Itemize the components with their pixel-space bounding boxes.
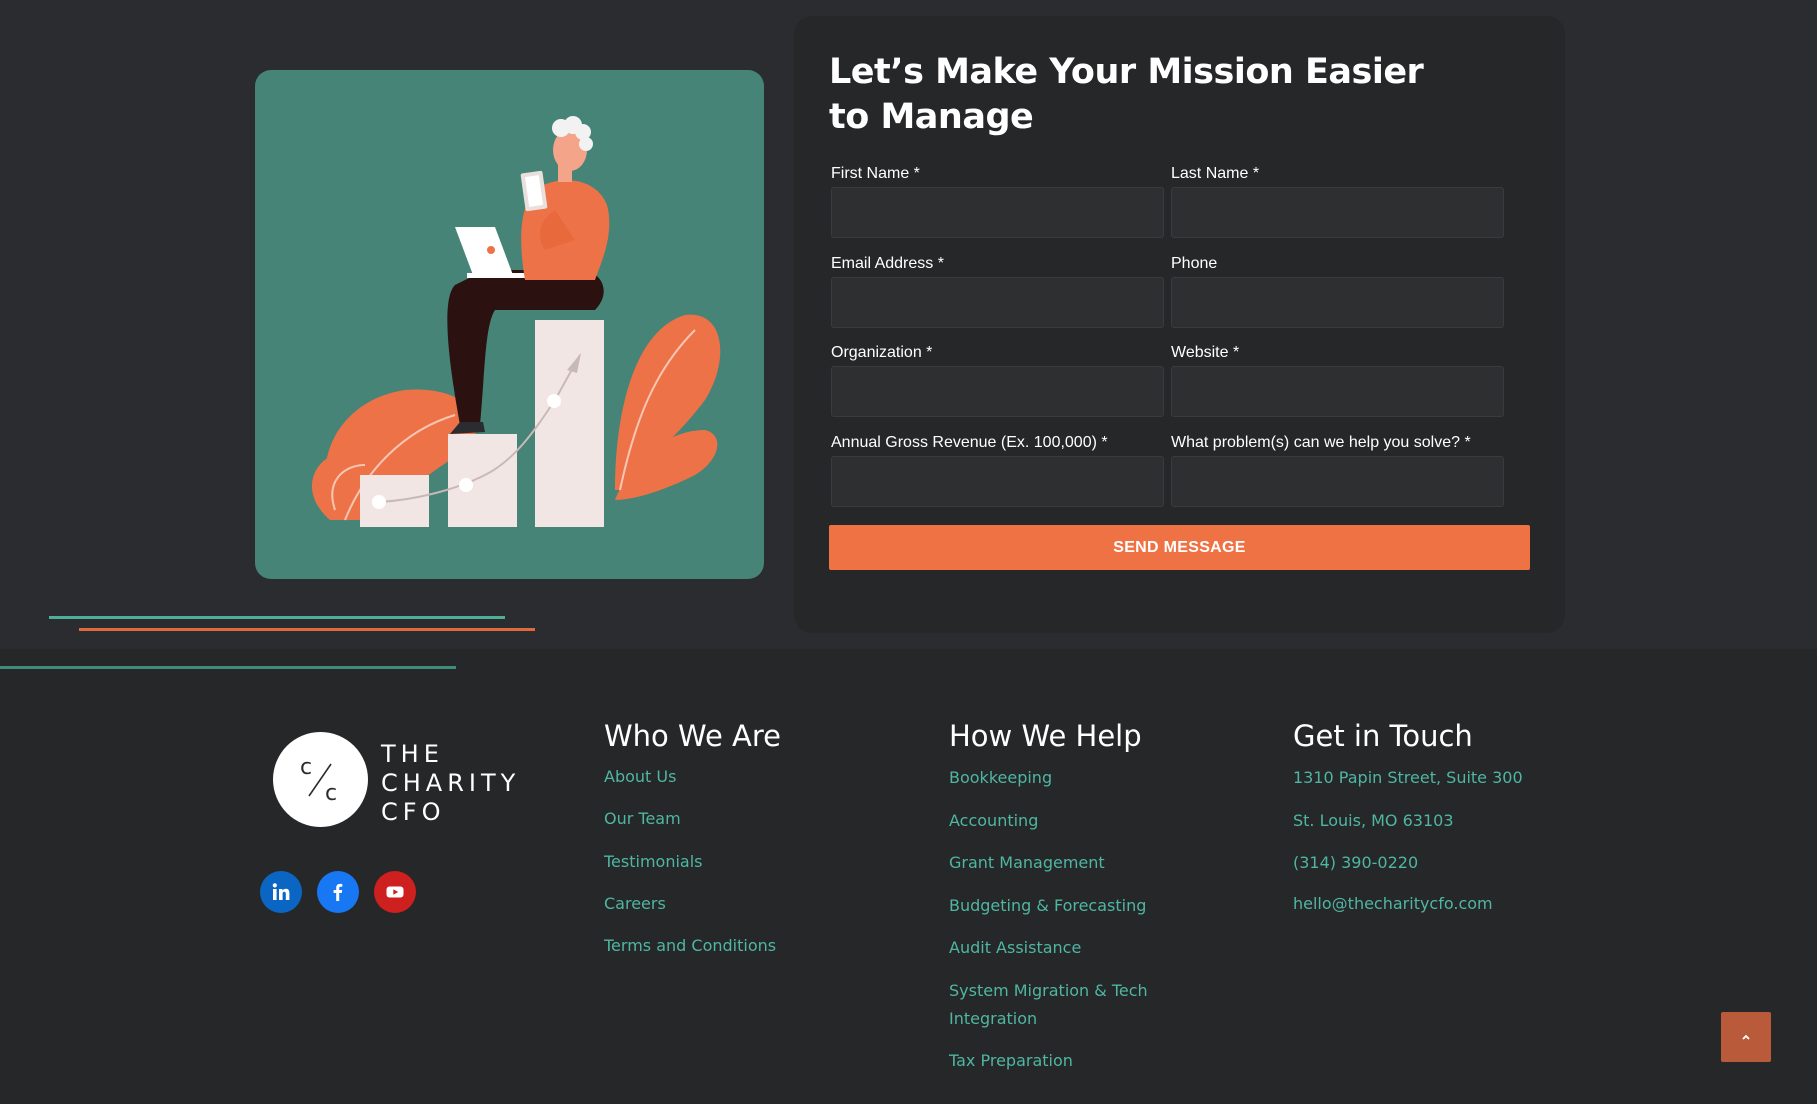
logo-monogram: c c — [273, 732, 368, 827]
link-terms-and-conditions[interactable]: Terms and Conditions — [604, 932, 776, 960]
address-street[interactable]: 1310 Papin Street, Suite 300 — [1293, 764, 1523, 792]
logo-line-cfo: CFO — [381, 798, 446, 826]
phone-input[interactable] — [1171, 277, 1504, 328]
link-system-migration-integration[interactable]: Integration — [949, 1005, 1037, 1033]
revenue-field: Annual Gross Revenue (Ex. 100,000) * — [831, 434, 1164, 507]
website-field: Website * — [1171, 344, 1504, 417]
decorative-line-green — [0, 666, 456, 669]
problem-label: What problem(s) can we help you solve? * — [1171, 434, 1471, 451]
link-careers[interactable]: Careers — [604, 890, 666, 918]
revenue-input[interactable] — [831, 456, 1164, 507]
organization-field: Organization * — [831, 344, 1164, 417]
email-input[interactable] — [831, 277, 1164, 328]
link-testimonials[interactable]: Testimonials — [604, 848, 703, 876]
first-name-label: First Name * — [831, 165, 920, 182]
youtube-button[interactable] — [374, 871, 416, 913]
chevron-up-icon — [1742, 1034, 1750, 1040]
linkedin-button[interactable] — [260, 871, 302, 913]
cc-monogram-icon: c c — [300, 755, 337, 806]
svg-text:c: c — [325, 781, 337, 806]
contact-section: Let’s Make Your Mission Easier to Manage… — [0, 0, 1817, 649]
youtube-icon — [386, 886, 404, 898]
logo-wordmark: THE CHARITY CFO — [381, 740, 520, 827]
first-name-input[interactable] — [831, 187, 1164, 238]
link-bookkeeping[interactable]: Bookkeeping — [949, 764, 1052, 792]
problem-field: What problem(s) can we help you solve? * — [1171, 434, 1504, 507]
phone-label: Phone — [1171, 255, 1218, 272]
get-in-touch-heading: Get in Touch — [1293, 719, 1473, 753]
email-field: Email Address * — [831, 255, 1164, 328]
phone-link[interactable]: (314) 390-0220 — [1293, 849, 1418, 877]
revenue-label: Annual Gross Revenue (Ex. 100,000) * — [831, 434, 1108, 451]
problem-input[interactable] — [1171, 456, 1504, 507]
decorative-line-teal — [49, 616, 505, 619]
link-audit-assistance[interactable]: Audit Assistance — [949, 934, 1081, 962]
last-name-field: Last Name * — [1171, 165, 1504, 238]
how-we-help-column: How We Help Bookkeeping Accounting Grant… — [949, 718, 1249, 1070]
link-our-team[interactable]: Our Team — [604, 805, 681, 833]
how-we-help-heading: How We Help — [949, 719, 1142, 753]
link-grant-management[interactable]: Grant Management — [949, 849, 1105, 877]
link-accounting[interactable]: Accounting — [949, 807, 1038, 835]
link-about-us[interactable]: About Us — [604, 763, 676, 791]
hero-illustration — [255, 70, 764, 579]
form-title: Let’s Make Your Mission Easier to Manage — [829, 52, 1424, 137]
scroll-to-top-button[interactable] — [1721, 1012, 1771, 1062]
email-label: Email Address * — [831, 255, 944, 272]
site-footer: c c THE CHARITY CFO Who We Are About Us … — [0, 649, 1817, 1104]
organization-label: Organization * — [831, 344, 933, 361]
decorative-line-orange — [79, 628, 535, 631]
contact-form-card: Let’s Make Your Mission Easier to Manage… — [794, 16, 1565, 633]
last-name-input[interactable] — [1171, 187, 1504, 238]
address-city[interactable]: St. Louis, MO 63103 — [1293, 807, 1454, 835]
first-name-field: First Name * — [831, 165, 1164, 238]
svg-text:c: c — [300, 755, 312, 780]
who-we-are-column: Who We Are About Us Our Team Testimonial… — [604, 718, 904, 955]
email-link[interactable]: hello@thecharitycfo.com — [1293, 890, 1493, 918]
phone-field: Phone — [1171, 255, 1504, 328]
facebook-icon — [333, 883, 343, 901]
last-name-label: Last Name * — [1171, 165, 1260, 182]
website-input[interactable] — [1171, 366, 1504, 417]
charity-cfo-logo[interactable]: c c THE CHARITY CFO — [273, 732, 533, 828]
linkedin-icon — [272, 883, 290, 900]
link-tax-preparation[interactable]: Tax Preparation — [949, 1047, 1073, 1075]
send-message-button[interactable]: SEND MESSAGE — [829, 525, 1530, 570]
logo-line-the: THE — [381, 740, 444, 768]
person-on-bar-chart-illustration — [311, 116, 721, 527]
website-label: Website * — [1171, 344, 1240, 361]
logo-line-charity: CHARITY — [381, 769, 521, 797]
page: Let’s Make Your Mission Easier to Manage… — [0, 0, 1817, 1104]
organization-input[interactable] — [831, 366, 1164, 417]
link-budgeting-forecasting[interactable]: Budgeting & Forecasting — [949, 892, 1146, 920]
facebook-button[interactable] — [317, 871, 359, 913]
get-in-touch-column: Get in Touch 1310 Papin Street, Suite 30… — [1293, 718, 1613, 913]
link-system-migration[interactable]: System Migration & Tech — [949, 977, 1148, 1005]
who-we-are-heading: Who We Are — [604, 719, 782, 753]
